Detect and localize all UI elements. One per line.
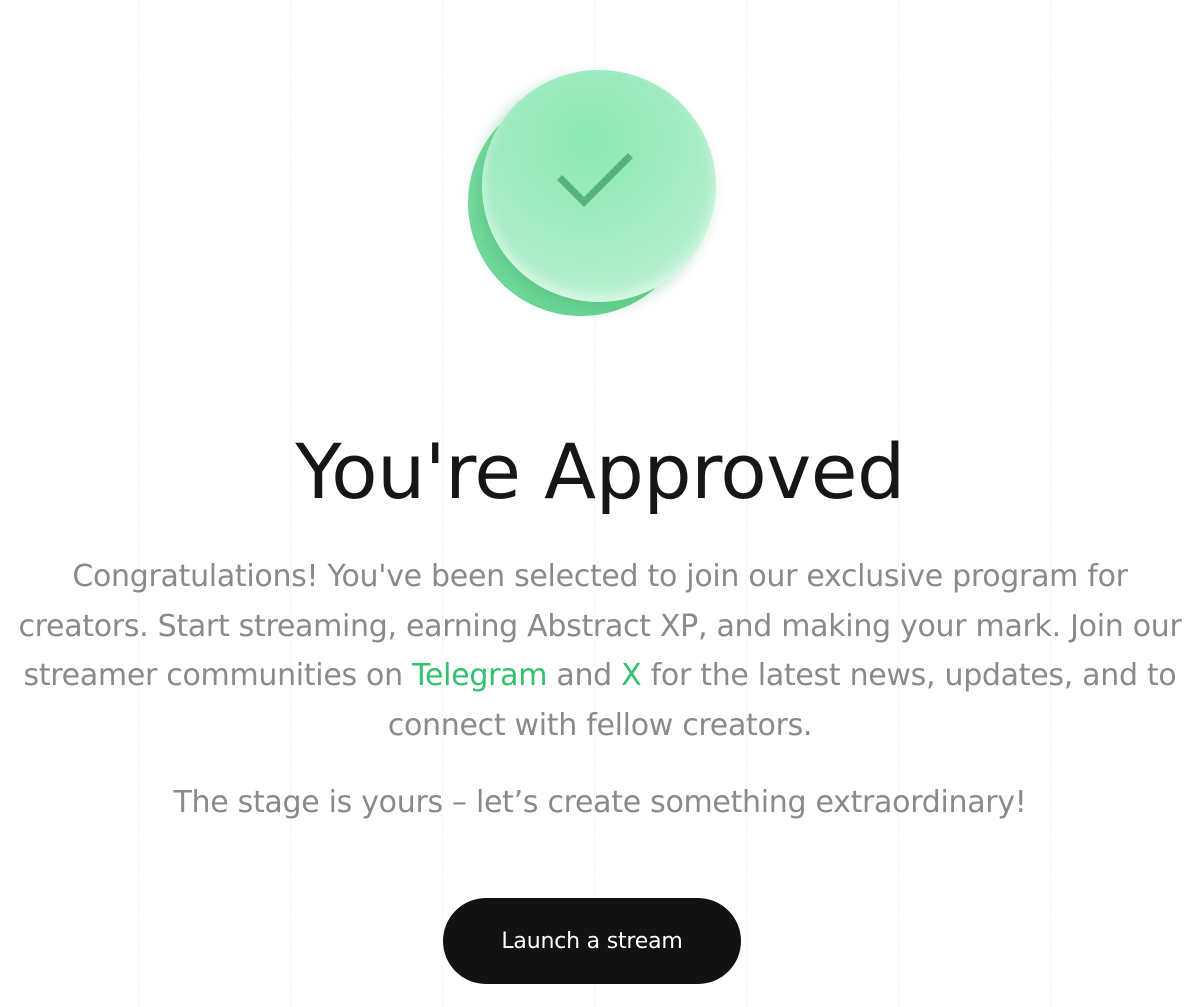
x-link[interactable]: X [621, 658, 642, 693]
approval-message: Congratulations! You've been selected to… [10, 552, 1190, 750]
telegram-link[interactable]: Telegram [412, 658, 547, 693]
approved-badge [466, 68, 720, 318]
page-title: You're Approved [295, 427, 905, 516]
launch-stream-button[interactable]: Launch a stream [443, 898, 741, 984]
message-text-2: and [547, 658, 622, 693]
tagline: The stage is yours – let’s create someth… [173, 785, 1027, 820]
check-icon [557, 153, 633, 207]
